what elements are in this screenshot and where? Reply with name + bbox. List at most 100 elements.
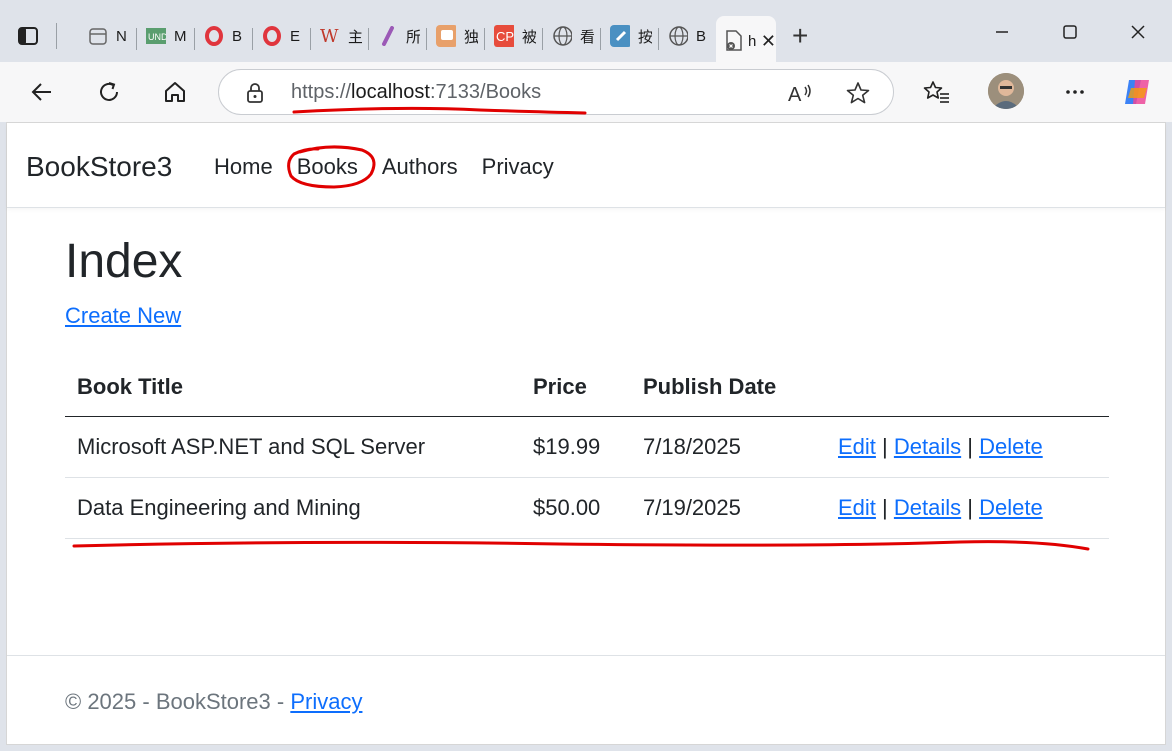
tab-strip: N UND M B E W 主 所 独 CP 被 看 按 B h ✕ + — [0, 0, 1172, 66]
settings-more-button[interactable] — [1057, 74, 1093, 110]
url-scheme: https:// — [291, 81, 352, 103]
copilot-icon — [1125, 80, 1149, 104]
opera-icon — [262, 26, 282, 46]
tab-title: 主 — [348, 28, 362, 46]
separator: | — [967, 495, 973, 521]
delete-link[interactable]: Delete — [979, 495, 1043, 520]
tab-title: 所 — [406, 28, 420, 46]
header-publish-date: Publish Date — [631, 358, 826, 418]
tab[interactable]: B — [194, 16, 252, 56]
browser-toolbar: https://localhost:7133/Books A — [0, 62, 1172, 122]
tab-title: 独 — [464, 28, 478, 46]
footer-text: © 2025 - BookStore3 - Privacy — [65, 689, 362, 715]
refresh-button[interactable] — [91, 74, 127, 110]
main-content: Index Create New Book Title Price Publis… — [65, 233, 1109, 540]
create-new-link[interactable]: Create New — [65, 303, 181, 329]
footer-copyright: © 2025 - BookStore3 - — [65, 689, 291, 714]
nav-books[interactable]: Books — [297, 154, 358, 180]
favorite-star-icon[interactable] — [845, 80, 871, 106]
web-page: BookStore3 Home Books Authors Privacy In… — [6, 122, 1166, 745]
globe-icon — [552, 26, 572, 46]
site-navbar: BookStore3 Home Books Authors Privacy — [7, 123, 1165, 208]
delete-link[interactable]: Delete — [979, 434, 1043, 459]
tab[interactable]: UND M — [136, 16, 194, 56]
tab[interactable]: 独 — [426, 16, 484, 56]
calendar-icon — [88, 26, 108, 46]
tab-list: N UND M B E W 主 所 独 CP 被 看 按 B h ✕ + — [78, 11, 808, 66]
close-icon — [1131, 25, 1145, 39]
tab-title: 按 — [638, 28, 652, 46]
read-aloud-icon[interactable]: A — [787, 80, 813, 106]
tab[interactable]: W 主 — [310, 16, 368, 56]
active-tab[interactable]: h ✕ — [716, 16, 776, 66]
globe-icon — [668, 26, 688, 46]
tab-title: N — [116, 27, 127, 45]
url-text[interactable]: https://localhost:7133/Books — [291, 81, 541, 104]
home-icon — [165, 82, 185, 102]
avatar-image — [988, 73, 1024, 109]
tab[interactable]: 按 — [600, 16, 658, 56]
svg-text:A: A — [788, 84, 802, 106]
home-button[interactable] — [157, 74, 193, 110]
address-bar[interactable]: https://localhost:7133/Books A — [218, 69, 894, 115]
separator: | — [882, 495, 888, 521]
nav-privacy[interactable]: Privacy — [482, 154, 554, 180]
tab-title: B — [696, 27, 707, 45]
separator: | — [967, 434, 973, 460]
footer-privacy-link[interactable]: Privacy — [290, 689, 362, 714]
profile-avatar[interactable] — [988, 73, 1024, 109]
edit-link[interactable]: Edit — [838, 434, 876, 459]
cell-date: 7/19/2025 — [631, 477, 826, 540]
site-nav: Home Books Authors Privacy — [214, 154, 554, 180]
details-link[interactable]: Details — [894, 434, 961, 459]
books-table: Book Title Price Publish Date Microsoft … — [65, 358, 1109, 540]
tab-actions-button[interactable] — [16, 20, 58, 52]
svg-text:UND: UND — [148, 32, 166, 42]
nav-authors[interactable]: Authors — [382, 154, 458, 180]
tab[interactable]: 所 — [368, 16, 426, 56]
feather-icon — [378, 26, 398, 46]
cell-title: Microsoft ASP.NET and SQL Server — [65, 416, 521, 479]
tab[interactable]: B — [658, 16, 716, 56]
header-price: Price — [521, 358, 631, 418]
minimize-button[interactable] — [968, 14, 1036, 50]
back-button[interactable] — [24, 74, 60, 110]
favorites-list-icon — [923, 81, 949, 103]
maximize-button[interactable] — [1036, 14, 1104, 50]
page-title: Index — [65, 235, 183, 288]
edit-link[interactable]: Edit — [838, 495, 876, 520]
table-row: Microsoft ASP.NET and SQL Server $19.99 … — [65, 416, 1109, 479]
site-brand[interactable]: BookStore3 — [26, 151, 172, 183]
svg-text:CP: CP — [496, 29, 514, 44]
separator: | — [882, 434, 888, 460]
table-row: Data Engineering and Mining $50.00 7/19/… — [65, 477, 1109, 540]
copilot-button[interactable] — [1119, 74, 1155, 110]
cell-actions: Edit | Details | Delete — [826, 416, 1109, 479]
lock-icon[interactable] — [245, 82, 265, 104]
tab[interactable]: 看 — [542, 16, 600, 56]
table-header-row: Book Title Price Publish Date — [65, 358, 1109, 418]
header-book-title: Book Title — [65, 358, 521, 418]
cell-date: 7/18/2025 — [631, 416, 826, 479]
error-page-icon — [724, 30, 744, 51]
details-link[interactable]: Details — [894, 495, 961, 520]
tab[interactable]: N — [78, 16, 136, 56]
site-footer: © 2025 - BookStore3 - Privacy — [7, 655, 1165, 745]
plug-icon — [436, 25, 456, 47]
close-tab-icon[interactable]: ✕ — [761, 31, 776, 52]
tab[interactable]: CP 被 — [484, 16, 542, 56]
tab[interactable]: E — [252, 16, 310, 56]
header-actions — [826, 358, 1109, 418]
tab-actions-icon — [18, 27, 38, 45]
cell-price: $19.99 — [521, 416, 631, 479]
favorites-button[interactable] — [919, 74, 955, 110]
cell-price: $50.00 — [521, 477, 631, 540]
w-icon: W — [320, 26, 340, 46]
tab-title: 看 — [580, 28, 594, 46]
tab-title: M — [174, 27, 187, 45]
tab-title: E — [290, 27, 301, 45]
edit-icon — [610, 25, 630, 47]
close-window-button[interactable] — [1104, 14, 1172, 50]
new-tab-button[interactable]: + — [792, 20, 808, 52]
nav-home[interactable]: Home — [214, 154, 273, 180]
